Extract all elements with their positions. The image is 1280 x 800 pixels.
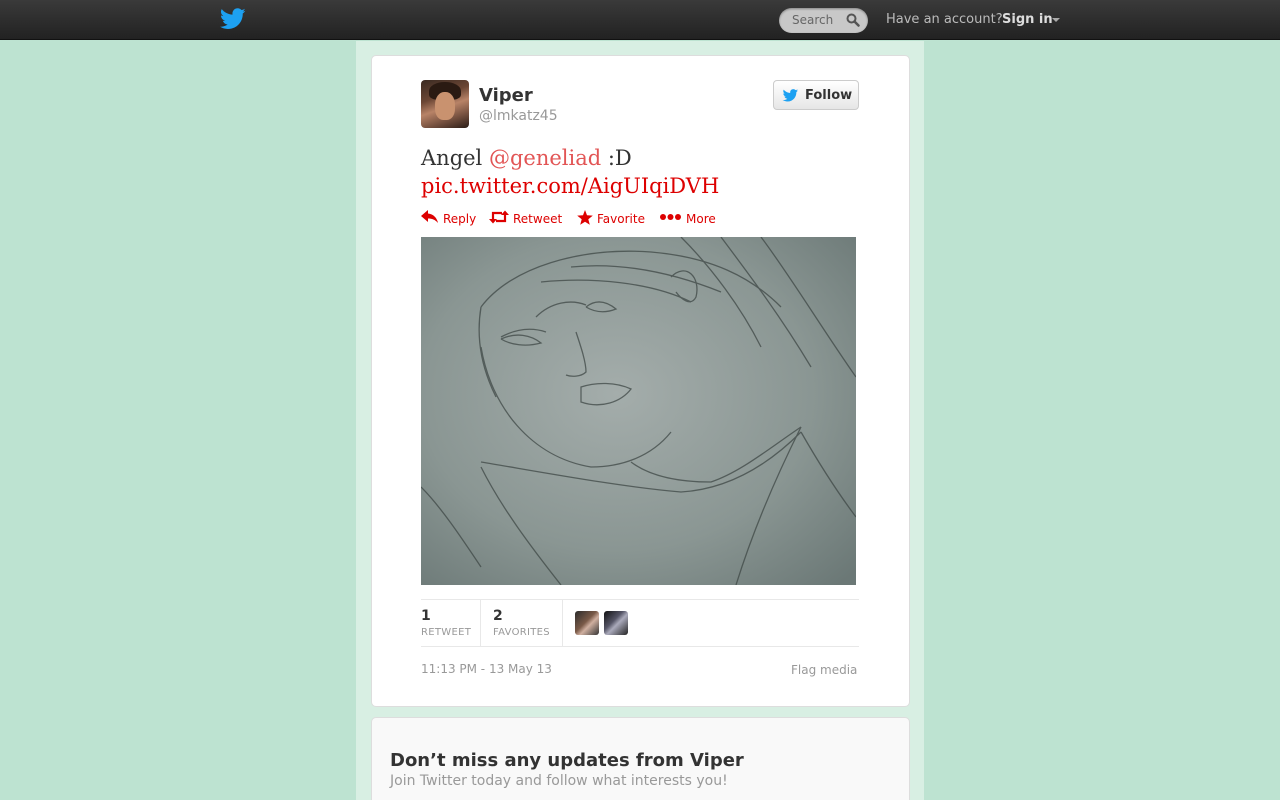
chevron-down-icon[interactable] bbox=[1052, 18, 1060, 22]
more-button[interactable]: More bbox=[660, 209, 720, 229]
favoriter-avatar[interactable] bbox=[575, 611, 599, 635]
more-label: More bbox=[686, 212, 716, 226]
top-navigation-bar: Search Have an account? Sign in bbox=[0, 0, 1280, 40]
favorite-count[interactable]: 2 bbox=[493, 608, 503, 624]
mention-link[interactable]: @geneliad bbox=[489, 146, 601, 170]
reply-icon bbox=[421, 210, 438, 223]
stat-divider bbox=[562, 600, 563, 646]
screen-name[interactable]: @lmkatz45 bbox=[479, 108, 558, 124]
have-account-text: Have an account? bbox=[886, 12, 1003, 27]
favorite-count-label[interactable]: FAVORITES bbox=[493, 627, 550, 638]
flag-media-link[interactable]: Flag media bbox=[791, 663, 857, 677]
more-dots-icon bbox=[660, 214, 681, 220]
follow-label: Follow bbox=[805, 88, 853, 103]
star-icon bbox=[577, 210, 593, 225]
favoriter-avatar[interactable] bbox=[604, 611, 628, 635]
retweet-label: Retweet bbox=[513, 212, 563, 226]
follow-button[interactable]: Follow bbox=[773, 80, 859, 110]
search-icon[interactable] bbox=[846, 13, 860, 27]
tweet-text: Angel @geneliad :D pic.twitter.com/AigUI… bbox=[421, 144, 861, 200]
signup-title: Don’t miss any updates from Viper bbox=[390, 750, 744, 771]
avatar[interactable] bbox=[421, 80, 469, 128]
twitter-bird-icon bbox=[782, 89, 799, 102]
tweet-text-after: :D bbox=[601, 146, 632, 170]
tweet-text-plain: Angel bbox=[421, 146, 489, 170]
tweet-media-image[interactable] bbox=[421, 237, 856, 585]
retweet-button[interactable]: Retweet bbox=[489, 209, 569, 229]
retweet-count-label[interactable]: RETWEET bbox=[421, 627, 471, 638]
retweet-icon bbox=[489, 210, 509, 224]
reply-label: Reply bbox=[443, 212, 477, 226]
sign-in-link[interactable]: Sign in bbox=[1002, 12, 1053, 27]
retweet-count[interactable]: 1 bbox=[421, 608, 431, 624]
stat-divider bbox=[480, 600, 481, 646]
tweet-timestamp[interactable]: 11:13 PM - 13 May 13 bbox=[421, 662, 552, 676]
favorite-button[interactable]: Favorite bbox=[577, 209, 653, 229]
reply-button[interactable]: Reply bbox=[421, 209, 481, 229]
favorite-label: Favorite bbox=[597, 212, 645, 226]
signup-subtitle: Join Twitter today and follow what inter… bbox=[390, 773, 728, 789]
tweet-stats: 1 RETWEET 2 FAVORITES bbox=[421, 599, 859, 647]
twitter-bird-icon[interactable] bbox=[220, 8, 246, 30]
display-name[interactable]: Viper bbox=[479, 85, 533, 106]
search-input[interactable]: Search bbox=[779, 8, 868, 33]
media-link[interactable]: pic.twitter.com/AigUIqiDVH bbox=[421, 174, 719, 198]
search-placeholder: Search bbox=[792, 13, 834, 27]
